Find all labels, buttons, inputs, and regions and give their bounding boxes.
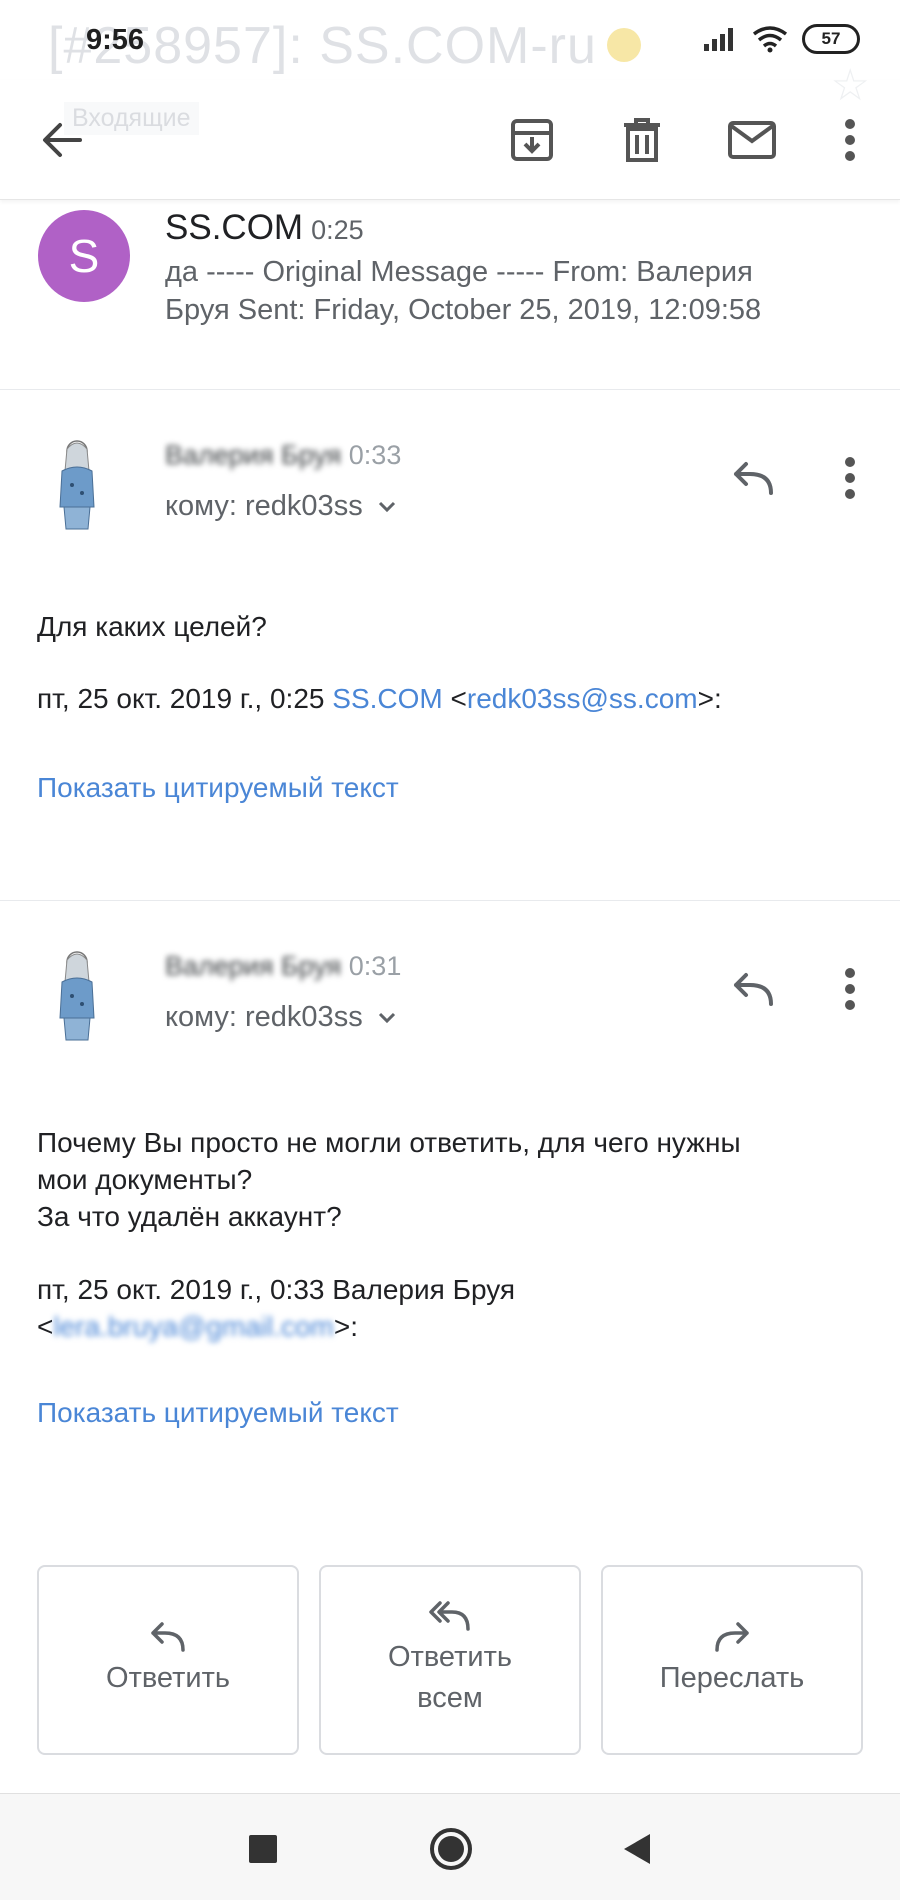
status-icons: 57 xyxy=(702,24,860,54)
clock: 9:56 xyxy=(86,24,145,56)
battery-indicator: 57 xyxy=(802,24,860,54)
more-vert-icon xyxy=(845,968,855,1010)
message-time: 0:33 xyxy=(348,440,402,470)
system-nav-bar xyxy=(0,1793,900,1900)
reply-action-button[interactable]: Ответить xyxy=(37,1565,299,1755)
snippet-line-2: Бруя Sent: Friday, October 25, 2019, 12:… xyxy=(165,294,762,326)
reply-action-label: Ответить xyxy=(106,1661,230,1694)
reply-button[interactable] xyxy=(723,959,783,1019)
message-time: 0:31 xyxy=(348,951,402,981)
star-icon: ☆ xyxy=(830,61,870,110)
reply-icon xyxy=(734,462,773,495)
quote-header: пт, 25 окт. 2019 г., 0:33 Валерия Бруя xyxy=(37,1274,516,1305)
message-body-line: За что удалён аккаунт? xyxy=(37,1201,342,1232)
reply-icon xyxy=(734,973,773,1006)
reply-all-action-button[interactable]: Ответить всем xyxy=(319,1565,581,1755)
app-toolbar: Входящие ☆ xyxy=(0,61,900,200)
more-options-button[interactable] xyxy=(818,108,882,172)
sender-name: Валерия Бруя 0:31 xyxy=(165,951,402,981)
more-vert-icon xyxy=(845,119,855,161)
email-link[interactable]: redk03ss@ss.com xyxy=(467,683,698,714)
mail-icon xyxy=(728,121,776,159)
more-vert-icon xyxy=(845,457,855,499)
back-arrow-icon xyxy=(43,123,82,157)
recipients-toggle[interactable]: кому: redk03ss xyxy=(165,490,397,523)
archive-icon xyxy=(511,119,553,161)
quote-header: пт, 25 окт. 2019 г., 0:25 SS.COM <redk03… xyxy=(37,683,722,714)
home-circle-icon xyxy=(430,1828,472,1870)
message-body-line: Почему Вы просто не могли ответить, для … xyxy=(37,1127,741,1158)
archive-button[interactable] xyxy=(500,108,564,172)
reply-button[interactable] xyxy=(723,448,783,508)
back-button[interactable] xyxy=(30,108,94,172)
collapsed-message[interactable]: S SS.COM 0:25 да ----- Original Message -… xyxy=(0,200,900,390)
delete-button[interactable] xyxy=(610,108,674,172)
message-more-button[interactable] xyxy=(820,959,880,1019)
show-quoted-text-link[interactable]: Показать цитируемый текст xyxy=(37,772,399,804)
status-bar: [#258957]: SS.COM-ru 9:56 57 xyxy=(0,0,900,80)
wifi-icon xyxy=(752,26,788,53)
signal-icon xyxy=(704,28,733,51)
forward-action-button[interactable]: Переслать xyxy=(601,1565,863,1755)
message-1: Валерия Бруя 0:33 кому: redk03ss Для как… xyxy=(0,390,900,900)
message-body: Для каких целей? xyxy=(37,611,267,642)
mark-unread-button[interactable] xyxy=(720,108,784,172)
trash-icon xyxy=(624,118,660,162)
chevron-down-icon xyxy=(378,1012,395,1023)
message-body-line: мои документы? xyxy=(37,1164,253,1195)
avatar xyxy=(59,440,95,530)
reply-all-action-label: Ответить всем xyxy=(388,1641,512,1714)
quote-email-line: <lera.bruya@gmail.com>: xyxy=(37,1308,358,1345)
moon-icon xyxy=(606,28,641,63)
avatar: S xyxy=(38,210,130,302)
message-more-button[interactable] xyxy=(820,448,880,508)
show-quoted-text-link[interactable]: Показать цитируемый текст xyxy=(37,1397,399,1429)
reply-all-icon xyxy=(429,1601,470,1631)
square-icon xyxy=(249,1835,277,1863)
recents-button[interactable] xyxy=(238,1824,288,1874)
home-button[interactable] xyxy=(426,1824,476,1874)
message-time: 0:25 xyxy=(311,215,364,245)
avatar xyxy=(59,951,95,1041)
forward-action-label: Переслать xyxy=(659,1661,805,1694)
reply-icon xyxy=(151,1621,185,1652)
message-2: Валерия Бруя 0:31 кому: redk03ss Почему … xyxy=(0,901,900,1541)
sender-link[interactable]: SS.COM xyxy=(332,683,442,714)
snippet-line-1: да ----- Original Message ----- From: Ва… xyxy=(165,256,753,288)
recipients-toggle[interactable]: кому: redk03ss xyxy=(165,1001,397,1034)
email-link[interactable]: lera.bruya@gmail.com xyxy=(53,1308,334,1345)
back-nav-button[interactable] xyxy=(612,1824,662,1874)
sender-name: Валерия Бруя 0:33 xyxy=(165,440,402,470)
back-triangle-icon xyxy=(624,1834,650,1864)
forward-icon xyxy=(715,1621,749,1652)
sender-name: SS.COM 0:25 xyxy=(165,208,364,247)
chevron-down-icon xyxy=(378,501,395,512)
